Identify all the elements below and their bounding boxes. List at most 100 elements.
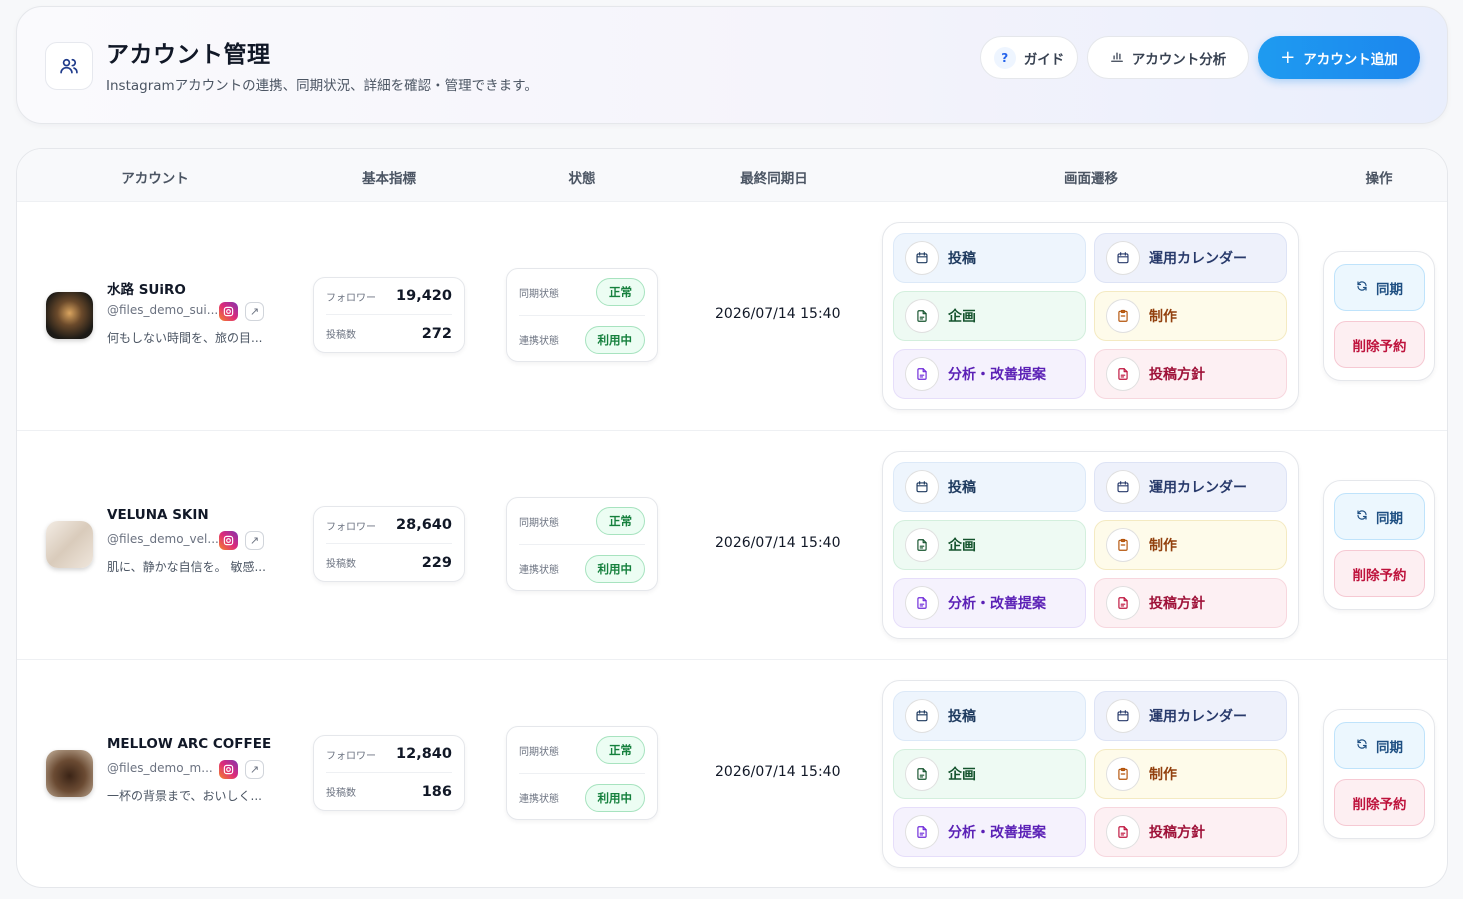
- calendar-icon: [1106, 699, 1140, 733]
- delete-button-label: 削除予約: [1352, 567, 1407, 584]
- nav-button-label: 分析・改善提案: [948, 367, 1046, 383]
- chart-document-icon: [905, 357, 939, 391]
- table-row: 水路 SUiRO @files_demo_sui... ↗ 何もしない時間を、旅…: [17, 202, 1447, 431]
- nav-button-group: 投稿 運用カレンダー 企画 制作 分析・改善提案 投稿方針: [882, 680, 1299, 868]
- calendar-icon: [905, 699, 939, 733]
- account-name: VELUNA SKIN: [107, 507, 209, 523]
- instagram-icon[interactable]: [219, 302, 238, 321]
- status-card: 同期状態 正常 連携状態 利用中: [506, 268, 658, 362]
- nav-plan-button[interactable]: 企画: [893, 749, 1086, 799]
- followers-count: 19,420: [396, 288, 452, 304]
- nav-calendar-button[interactable]: 運用カレンダー: [1094, 691, 1287, 741]
- sync-status-badge: 正常: [596, 278, 645, 306]
- col-last-sync: 最終同期日: [740, 171, 808, 187]
- document-icon: [905, 299, 939, 333]
- nav-button-label: 投稿方針: [1149, 825, 1205, 841]
- delete-reservation-button[interactable]: 削除予約: [1334, 321, 1425, 368]
- sync-button[interactable]: 同期: [1334, 722, 1425, 769]
- nav-policy-button[interactable]: 投稿方針: [1094, 349, 1287, 399]
- nav-button-label: 分析・改善提案: [948, 825, 1046, 841]
- metrics-card: フォロワー 19,420 投稿数 272: [313, 277, 465, 353]
- posts-label: 投稿数: [326, 330, 356, 341]
- accounts-table: アカウント 基本指標 状態 最終同期日 画面遷移 操作 水路 SUiRO @fi…: [16, 148, 1448, 888]
- col-ops: 操作: [1365, 171, 1393, 187]
- refresh-icon: [1356, 280, 1368, 296]
- add-account-button[interactable]: + アカウント追加: [1258, 36, 1420, 79]
- external-link-icon[interactable]: ↗: [245, 760, 264, 779]
- sync-state-label: 同期状態: [519, 746, 559, 758]
- sync-button-label: 同期: [1376, 281, 1403, 298]
- posts-count: 272: [421, 325, 452, 342]
- status-card: 同期状態 正常 連携状態 利用中: [506, 726, 658, 820]
- account-avatar: [46, 521, 93, 568]
- account-avatar: [46, 750, 93, 797]
- account-handle: @files_demo_vel...: [107, 532, 219, 546]
- link-state-label: 連携状態: [519, 794, 559, 805]
- sync-button-label: 同期: [1376, 739, 1403, 756]
- chart-document-icon: [905, 815, 939, 849]
- nav-post-button[interactable]: 投稿: [893, 691, 1086, 741]
- nav-button-label: 制作: [1149, 767, 1177, 783]
- external-link-icon[interactable]: ↗: [245, 531, 264, 550]
- nav-button-label: 投稿: [948, 709, 976, 725]
- account-description: 肌に、静かな自信を。 敏感...: [107, 560, 266, 574]
- document-icon: [905, 757, 939, 791]
- policy-document-icon: [1106, 357, 1140, 391]
- nav-production-button[interactable]: 制作: [1094, 749, 1287, 799]
- sync-button[interactable]: 同期: [1334, 264, 1425, 311]
- nav-post-button[interactable]: 投稿: [893, 233, 1086, 283]
- delete-reservation-button[interactable]: 削除予約: [1334, 779, 1425, 826]
- nav-policy-button[interactable]: 投稿方針: [1094, 578, 1287, 628]
- nav-calendar-button[interactable]: 運用カレンダー: [1094, 462, 1287, 512]
- last-sync-date: 2026/07/14 15:40: [715, 306, 841, 322]
- posts-label: 投稿数: [326, 559, 356, 570]
- table-row: MELLOW ARC COFFEE @files_demo_m... ↗ 一杯の…: [17, 660, 1447, 887]
- nav-production-button[interactable]: 制作: [1094, 291, 1287, 341]
- page-header: アカウント管理 Instagramアカウントの連携、同期状況、詳細を確認・管理で…: [16, 6, 1448, 124]
- link-status-badge: 利用中: [584, 783, 645, 812]
- nav-button-label: 運用カレンダー: [1149, 709, 1247, 725]
- followers-count: 28,640: [396, 517, 452, 533]
- sync-state-label: 同期状態: [519, 288, 559, 300]
- account-handle: @files_demo_m...: [107, 761, 213, 775]
- sync-state-label: 同期状態: [519, 517, 559, 529]
- account-avatar: [46, 292, 93, 339]
- nav-analysis-button[interactable]: 分析・改善提案: [893, 578, 1086, 628]
- nav-plan-button[interactable]: 企画: [893, 520, 1086, 570]
- operations-group: 同期 削除予約: [1323, 709, 1435, 839]
- page-subtitle: Instagramアカウントの連携、同期状況、詳細を確認・管理できます。: [106, 78, 538, 94]
- link-status-badge: 利用中: [584, 554, 645, 583]
- nav-button-label: 投稿方針: [1149, 596, 1205, 612]
- plus-icon: +: [1280, 46, 1296, 68]
- nav-button-label: 企画: [948, 309, 976, 325]
- guide-button[interactable]: ? ガイド: [980, 36, 1078, 79]
- nav-button-label: 制作: [1149, 309, 1177, 325]
- followers-label: フォロワー: [326, 750, 376, 762]
- document-icon: [905, 528, 939, 562]
- sync-button[interactable]: 同期: [1334, 493, 1425, 540]
- nav-policy-button[interactable]: 投稿方針: [1094, 807, 1287, 857]
- account-name: 水路 SUiRO: [107, 282, 186, 298]
- nav-analysis-button[interactable]: 分析・改善提案: [893, 349, 1086, 399]
- metrics-card: フォロワー 12,840 投稿数 186: [313, 735, 465, 811]
- instagram-icon[interactable]: [219, 760, 238, 779]
- last-sync-date: 2026/07/14 15:40: [715, 764, 841, 780]
- account-analytics-button[interactable]: アカウント分析: [1087, 36, 1249, 79]
- table-row: VELUNA SKIN @files_demo_vel... ↗ 肌に、静かな自…: [17, 431, 1447, 660]
- delete-reservation-button[interactable]: 削除予約: [1334, 550, 1425, 597]
- nav-post-button[interactable]: 投稿: [893, 462, 1086, 512]
- nav-plan-button[interactable]: 企画: [893, 291, 1086, 341]
- nav-calendar-button[interactable]: 運用カレンダー: [1094, 233, 1287, 283]
- last-sync-date: 2026/07/14 15:40: [715, 535, 841, 551]
- nav-button-label: 制作: [1149, 538, 1177, 554]
- calendar-icon: [905, 470, 939, 504]
- nav-analysis-button[interactable]: 分析・改善提案: [893, 807, 1086, 857]
- nav-button-group: 投稿 運用カレンダー 企画 制作 分析・改善提案 投稿方針: [882, 222, 1299, 410]
- nav-production-button[interactable]: 制作: [1094, 520, 1287, 570]
- posts-label: 投稿数: [326, 788, 356, 799]
- operations-group: 同期 削除予約: [1323, 251, 1435, 381]
- external-link-icon[interactable]: ↗: [245, 302, 264, 321]
- instagram-icon[interactable]: [219, 531, 238, 550]
- nav-button-label: 運用カレンダー: [1149, 480, 1247, 496]
- operations-group: 同期 削除予約: [1323, 480, 1435, 610]
